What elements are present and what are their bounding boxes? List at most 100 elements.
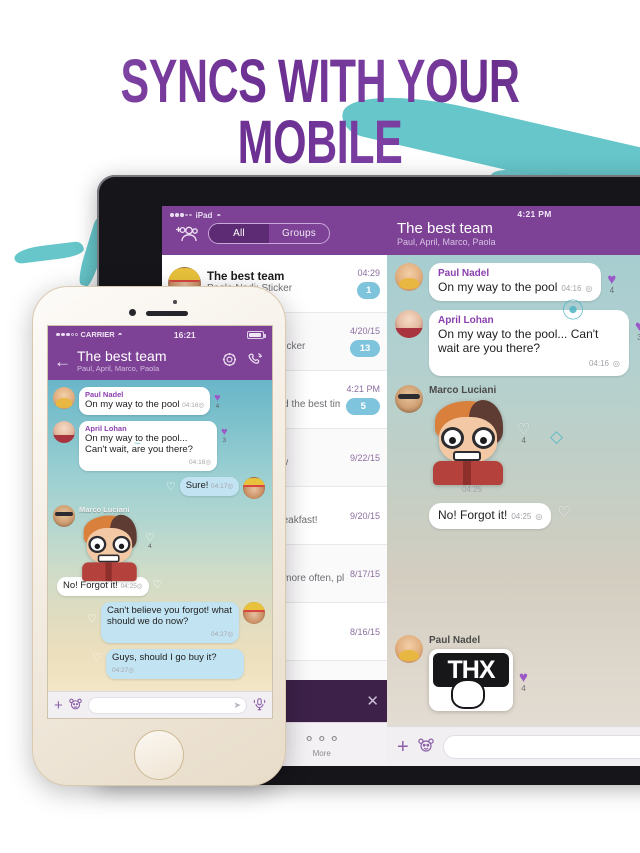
like-control[interactable]: ♥ 3 <box>635 319 640 342</box>
message-body: No! Forgot it! <box>438 508 508 522</box>
phone-call-icon[interactable] <box>248 352 263 372</box>
message-sender: Marco Luciani <box>429 385 497 396</box>
plus-icon[interactable]: + <box>397 737 409 757</box>
message-bubble: Paul Nadel On my way to the pool 04:16◎ <box>79 387 211 415</box>
home-button[interactable] <box>134 730 184 780</box>
gear-icon[interactable] <box>222 352 237 372</box>
header-actions <box>222 352 263 372</box>
tablet-composer: + <box>387 726 640 766</box>
conversation-subtitle: Paul, April, Marco, Paola <box>397 237 496 247</box>
like-control[interactable]: ♥ 3 <box>221 426 228 444</box>
signal-strength-icon <box>56 332 78 337</box>
message-bubble: No! Forgot it! 04:25 ◎ <box>429 503 552 529</box>
tablet-list-controls: All Groups <box>162 221 387 244</box>
heart-filled-icon[interactable]: ♥ <box>519 670 528 685</box>
chat-time: 04:29 <box>357 268 380 278</box>
heart-outline-icon[interactable]: ♡ <box>517 422 530 437</box>
message-row: Paul Nadel On my way to the pool 04:16 ◎ ♥… <box>387 263 640 310</box>
sticker-time: 04:25 <box>461 485 483 494</box>
microphone-icon[interactable] <box>253 697 266 714</box>
message-time: 04:27 <box>112 666 129 674</box>
conversation-title-block: The best team Paul, April, Marco, Paola <box>387 219 640 248</box>
message-row: No! Forgot it! 04:25◎ ♡ <box>48 577 272 602</box>
speaker-grille <box>146 311 188 316</box>
add-group-icon[interactable] <box>171 224 199 244</box>
like-control[interactable]: ♡ 4 <box>145 533 155 551</box>
message-text: No! Forgot it! 04:25 ◎ <box>438 508 542 524</box>
tab-more[interactable]: ⚬⚬⚬ More <box>303 731 341 758</box>
phone-screen: CARRIER ◓ 16:21 ← The best team Paul, Ap… <box>47 325 273 719</box>
heart-outline-icon[interactable]: ♡ <box>92 653 102 664</box>
message-row: ♡ Can't believe you forgot! what should … <box>48 601 272 650</box>
page-title: SYNCS WITH YOUR MOBILE <box>0 51 640 173</box>
message-input[interactable]: ➤ <box>87 696 247 714</box>
bear-sticker-icon[interactable] <box>68 697 82 714</box>
message-sender: April Lohan <box>438 315 494 326</box>
like-control[interactable]: ♥ 4 <box>214 393 221 411</box>
heart-outline-icon[interactable]: ♡ <box>153 580 163 591</box>
phone-composer: + ➤ <box>48 691 272 718</box>
close-icon[interactable]: ✕ <box>366 692 379 710</box>
heart-filled-icon[interactable]: ♥ <box>221 426 228 437</box>
like-count: 3 <box>222 436 227 444</box>
heart-outline-icon[interactable]: ♡ <box>145 533 155 544</box>
phone-message-list[interactable]: Paul Nadel On my way to the pool 04:16◎ … <box>48 380 272 691</box>
message-body: No! Forgot it! <box>63 580 118 591</box>
message-row: ♡ Sure! 04:17◎ <box>48 477 272 505</box>
heart-filled-icon[interactable]: ♥ <box>635 319 640 334</box>
unread-badge: 5 <box>346 398 380 415</box>
avatar <box>243 477 265 499</box>
bear-sticker-icon[interactable] <box>417 738 434 756</box>
heart-filled-icon[interactable]: ♥ <box>214 393 221 404</box>
bird-doodle-icon: ~ <box>134 438 141 450</box>
avatar <box>243 601 265 624</box>
conversation-title-block: The best team Paul, April, Marco, Paola <box>77 349 167 374</box>
back-arrow-icon[interactable]: ← <box>54 353 71 370</box>
send-icon[interactable]: ➤ <box>233 700 241 711</box>
like-count: 4 <box>215 403 220 410</box>
seen-icon: ◎ <box>128 666 134 674</box>
more-icon: ⚬⚬⚬ <box>302 731 341 748</box>
status-bar-time: 16:21 <box>173 329 196 340</box>
message-text: Guys, should I go buy it? 04:27◎ <box>112 652 238 676</box>
message-row-sticker: Paul Nadel THX ♥ 4 <box>387 635 538 720</box>
like-control[interactable]: ♥ 4 <box>519 670 528 693</box>
seen-icon: ◎ <box>136 583 143 590</box>
heart-outline-icon[interactable]: ♡ <box>87 613 97 624</box>
like-count: 4 <box>148 543 152 550</box>
signal-strength-icon <box>170 213 192 217</box>
message-row: No! Forgot it! 04:25 ◎ ♡ <box>387 503 640 538</box>
seen-icon: ◎ <box>198 402 205 409</box>
message-text: On my way to the pool... Can't wait are … <box>438 327 620 371</box>
message-time: 04:25 <box>511 512 532 521</box>
seen-icon: ◎ <box>613 359 620 368</box>
teal-brush-stroke-left <box>13 240 85 265</box>
seen-icon: ◎ <box>535 512 543 521</box>
device-name-label: iPad <box>195 210 213 220</box>
unread-badge: 13 <box>349 340 380 357</box>
like-control[interactable]: ♡ 4 <box>517 422 530 445</box>
heart-outline-icon[interactable]: ♡ <box>166 482 176 493</box>
tablet-message-list[interactable]: Paul Nadel On my way to the pool 04:16 ◎ ♥… <box>387 255 640 726</box>
message-time: 04:25 <box>120 583 137 590</box>
message-input[interactable] <box>442 734 640 759</box>
message-row-sticker: Marco Luciani 04:25 ♡ 4 <box>48 505 272 582</box>
like-control[interactable]: ♥ 4 <box>607 272 616 295</box>
plus-icon[interactable]: + <box>54 698 63 713</box>
segment-all[interactable]: All <box>209 224 269 243</box>
chat-filter-segmented-control[interactable]: All Groups <box>208 223 330 244</box>
heart-filled-icon[interactable]: ♥ <box>607 272 616 287</box>
message-bubble: Sure! 04:17◎ <box>179 477 239 496</box>
message-row: April Lohan On my way to the pool... Can… <box>48 420 272 478</box>
message-time: 04:16 <box>182 402 199 409</box>
headline-text: SYNCS WITH YOUR MOBILE <box>45 51 595 173</box>
like-control[interactable]: ♡ <box>557 505 570 520</box>
message-sender: Marco Luciani <box>79 505 130 514</box>
like-count: 4 <box>521 684 526 693</box>
avatar <box>53 387 75 409</box>
seen-icon: ◎ <box>205 458 211 466</box>
message-bubble: April Lohan On my way to the pool... Can… <box>429 310 629 376</box>
heart-outline-icon[interactable]: ♡ <box>557 505 570 520</box>
segment-groups[interactable]: Groups <box>269 224 329 243</box>
message-sender: Paul Nadel <box>438 268 490 279</box>
